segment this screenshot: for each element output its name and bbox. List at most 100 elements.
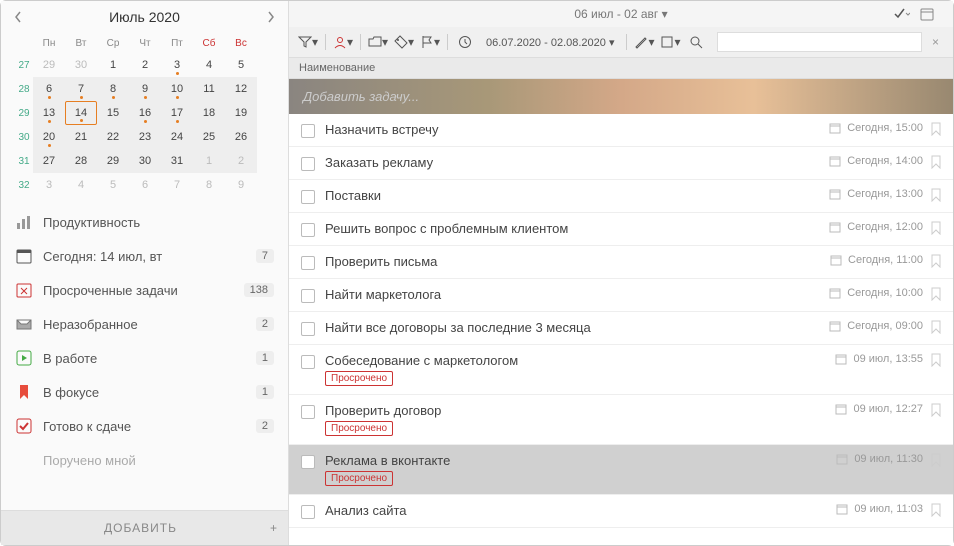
prev-month-button[interactable] (13, 10, 23, 24)
calendar-day[interactable]: 14 (65, 101, 97, 125)
calendar-day[interactable]: 3 (33, 173, 65, 197)
filter-icon[interactable]: ▾ (297, 31, 319, 53)
square-icon[interactable]: ▾ (659, 31, 681, 53)
calendar-day[interactable]: 10 (161, 77, 193, 101)
bookmark-icon[interactable] (931, 287, 941, 301)
task-checkbox[interactable] (301, 157, 315, 171)
calendar-day[interactable]: 28 (65, 149, 97, 173)
task-row[interactable]: Найти все договоры за последние 3 месяца… (289, 312, 953, 345)
calendar-day[interactable]: 7 (65, 77, 97, 101)
task-checkbox[interactable] (301, 190, 315, 204)
calendar-day[interactable]: 15 (97, 101, 129, 125)
calendar-day[interactable]: 25 (193, 125, 225, 149)
bookmark-icon[interactable] (931, 155, 941, 169)
add-button[interactable]: ДОБАВИТЬ + (1, 510, 288, 545)
calendar-day[interactable]: 22 (97, 125, 129, 149)
task-row[interactable]: ПоставкиСегодня, 13:00 (289, 180, 953, 213)
calendar-day[interactable]: 2 (129, 53, 161, 77)
calendar-day[interactable]: 6 (129, 173, 161, 197)
task-checkbox[interactable] (301, 455, 315, 469)
bookmark-icon[interactable] (931, 122, 941, 136)
calendar-day[interactable]: 5 (97, 173, 129, 197)
calendar-day[interactable]: 24 (161, 125, 193, 149)
task-row[interactable]: Назначить встречуСегодня, 15:00 (289, 114, 953, 147)
calendar-day[interactable]: 5 (225, 53, 257, 77)
bookmark-icon[interactable] (931, 188, 941, 202)
calendar-day[interactable]: 1 (193, 149, 225, 173)
bookmark-icon[interactable] (931, 403, 941, 417)
task-checkbox[interactable] (301, 505, 315, 519)
calendar-day[interactable]: 29 (97, 149, 129, 173)
calendar-day[interactable]: 7 (161, 173, 193, 197)
task-checkbox[interactable] (301, 256, 315, 270)
task-row[interactable]: Найти маркетологаСегодня, 10:00 (289, 279, 953, 312)
calendar-day[interactable]: 9 (225, 173, 257, 197)
nav-item[interactable]: Сегодня: 14 июл, вт7 (1, 239, 288, 273)
bookmark-icon[interactable] (931, 221, 941, 235)
bookmark-icon[interactable] (931, 320, 941, 334)
calendar-day[interactable]: 4 (193, 53, 225, 77)
task-checkbox[interactable] (301, 405, 315, 419)
calendar-day[interactable]: 12 (225, 77, 257, 101)
task-checkbox[interactable] (301, 223, 315, 237)
calendar-day[interactable]: 23 (129, 125, 161, 149)
check-dropdown-icon[interactable] (894, 7, 910, 21)
bookmark-icon[interactable] (931, 353, 941, 367)
calendar-day[interactable]: 8 (97, 77, 129, 101)
next-month-button[interactable] (266, 10, 276, 24)
calendar-day[interactable]: 27 (33, 149, 65, 173)
task-checkbox[interactable] (301, 322, 315, 336)
calendar-day[interactable]: 21 (65, 125, 97, 149)
bookmark-icon[interactable] (931, 254, 941, 268)
task-checkbox[interactable] (301, 355, 315, 369)
bookmark-icon[interactable] (931, 453, 941, 467)
calendar-title[interactable]: Июль 2020 (109, 9, 180, 25)
calendar-day[interactable]: 30 (129, 149, 161, 173)
calendar-day[interactable]: 18 (193, 101, 225, 125)
calendar-day[interactable]: 11 (193, 77, 225, 101)
clock-icon[interactable] (454, 31, 476, 53)
calendar-day[interactable]: 6 (33, 77, 65, 101)
nav-item[interactable]: В работе1 (1, 341, 288, 375)
bookmark-icon[interactable] (931, 503, 941, 517)
task-checkbox[interactable] (301, 124, 315, 138)
calendar-day[interactable]: 31 (161, 149, 193, 173)
calendar-day[interactable]: 8 (193, 173, 225, 197)
flag-icon[interactable]: ▾ (419, 31, 441, 53)
calendar-icon[interactable] (920, 7, 934, 21)
task-checkbox[interactable] (301, 289, 315, 303)
nav-item[interactable]: В фокусе1 (1, 375, 288, 409)
search-input[interactable] (717, 32, 922, 52)
search-icon[interactable] (685, 31, 707, 53)
calendar-day[interactable]: 4 (65, 173, 97, 197)
calendar-day[interactable]: 13 (33, 101, 65, 125)
calendar-day[interactable]: 2 (225, 149, 257, 173)
nav-item[interactable]: Просроченные задачи138 (1, 273, 288, 307)
task-row[interactable]: Проверить договорПросрочено09 июл, 12:27 (289, 395, 953, 445)
task-row[interactable]: Заказать рекламуСегодня, 14:00 (289, 147, 953, 180)
nav-item[interactable]: Продуктивность (1, 205, 288, 239)
date-range-selector[interactable]: 06 июл - 02 авг ▾ (574, 7, 667, 21)
task-row[interactable]: Собеседование с маркетологомПросрочено09… (289, 345, 953, 395)
calendar-day[interactable]: 29 (33, 53, 65, 77)
nav-item[interactable]: Поручено мной (1, 443, 288, 477)
user-icon[interactable]: ▾ (332, 31, 354, 53)
calendar-day[interactable]: 17 (161, 101, 193, 125)
task-row[interactable]: Анализ сайта09 июл, 11:03 (289, 495, 953, 528)
calendar-day[interactable]: 26 (225, 125, 257, 149)
folder-icon[interactable]: ▾ (367, 31, 389, 53)
add-task-input[interactable]: Добавить задачу... (289, 79, 953, 114)
close-icon[interactable]: × (926, 35, 945, 49)
nav-item[interactable]: Неразобранное2 (1, 307, 288, 341)
nav-item[interactable]: Готово к сдаче2 (1, 409, 288, 443)
calendar-day[interactable]: 9 (129, 77, 161, 101)
calendar-day[interactable]: 19 (225, 101, 257, 125)
calendar-day[interactable]: 3 (161, 53, 193, 77)
tag-icon[interactable]: ▾ (393, 31, 415, 53)
task-row[interactable]: Реклама в вконтактеПросрочено09 июл, 11:… (289, 445, 953, 495)
calendar-day[interactable]: 30 (65, 53, 97, 77)
toolbar-date-range[interactable]: 06.07.2020 - 02.08.2020 ▾ (480, 34, 620, 51)
task-row[interactable]: Проверить письмаСегодня, 11:00 (289, 246, 953, 279)
brush-icon[interactable]: ▾ (633, 31, 655, 53)
calendar-day[interactable]: 20 (33, 125, 65, 149)
